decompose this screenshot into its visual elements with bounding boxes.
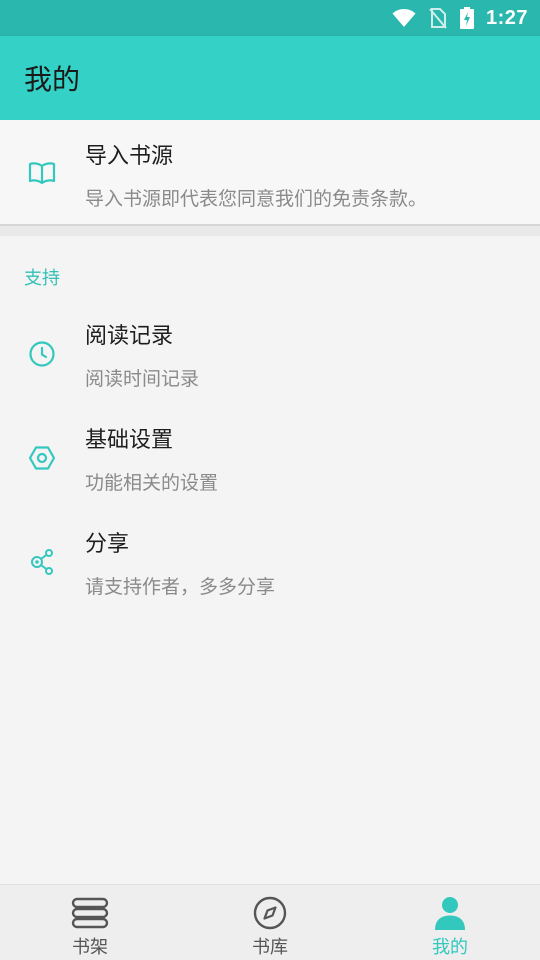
nav-label-mine: 我的	[432, 937, 468, 958]
section-header-support: 支持	[24, 268, 60, 289]
battery-charging-icon	[459, 7, 474, 29]
person-icon	[433, 895, 467, 931]
import-source-title: 导入书源	[85, 144, 174, 169]
share-subtitle: 请支持作者，多多分享	[85, 576, 276, 598]
share-title: 分享	[85, 532, 130, 557]
status-bar: 1:27	[0, 0, 540, 36]
reading-history-subtitle: 阅读时间记录	[85, 368, 200, 390]
nav-label-bookshelf: 书架	[72, 937, 108, 958]
wifi-icon	[392, 9, 416, 27]
page-title: 我的	[24, 63, 81, 96]
reading-history-title: 阅读记录	[85, 324, 174, 349]
nav-label-library: 书库	[252, 937, 288, 958]
nav-item-mine[interactable]: 我的	[360, 885, 540, 960]
reading-history-item[interactable]: 阅读记录 阅读时间记录	[0, 304, 540, 408]
bookshelf-icon	[71, 895, 109, 931]
bottom-nav: 书架 书库 我的	[0, 884, 540, 960]
import-source-item[interactable]: 导入书源 导入书源即代表您同意我们的免责条款。	[0, 120, 540, 226]
status-time: 1:27	[485, 6, 528, 29]
section-divider	[0, 226, 540, 236]
nav-item-library[interactable]: 书库	[180, 885, 360, 960]
app-bar: 我的	[0, 36, 540, 120]
no-sim-icon	[429, 8, 447, 29]
nav-item-bookshelf[interactable]: 书架	[0, 885, 180, 960]
basic-settings-subtitle: 功能相关的设置	[85, 472, 219, 494]
share-item[interactable]: 分享 请支持作者，多多分享	[0, 512, 540, 616]
book-open-icon	[26, 157, 58, 189]
compass-icon	[253, 895, 287, 931]
share-icon	[26, 546, 58, 578]
clock-icon	[26, 338, 58, 370]
basic-settings-title: 基础设置	[85, 428, 174, 453]
basic-settings-item[interactable]: 基础设置 功能相关的设置	[0, 408, 540, 512]
import-source-subtitle: 导入书源即代表您同意我们的免责条款。	[85, 188, 428, 210]
settings-hexagon-icon	[26, 442, 58, 474]
